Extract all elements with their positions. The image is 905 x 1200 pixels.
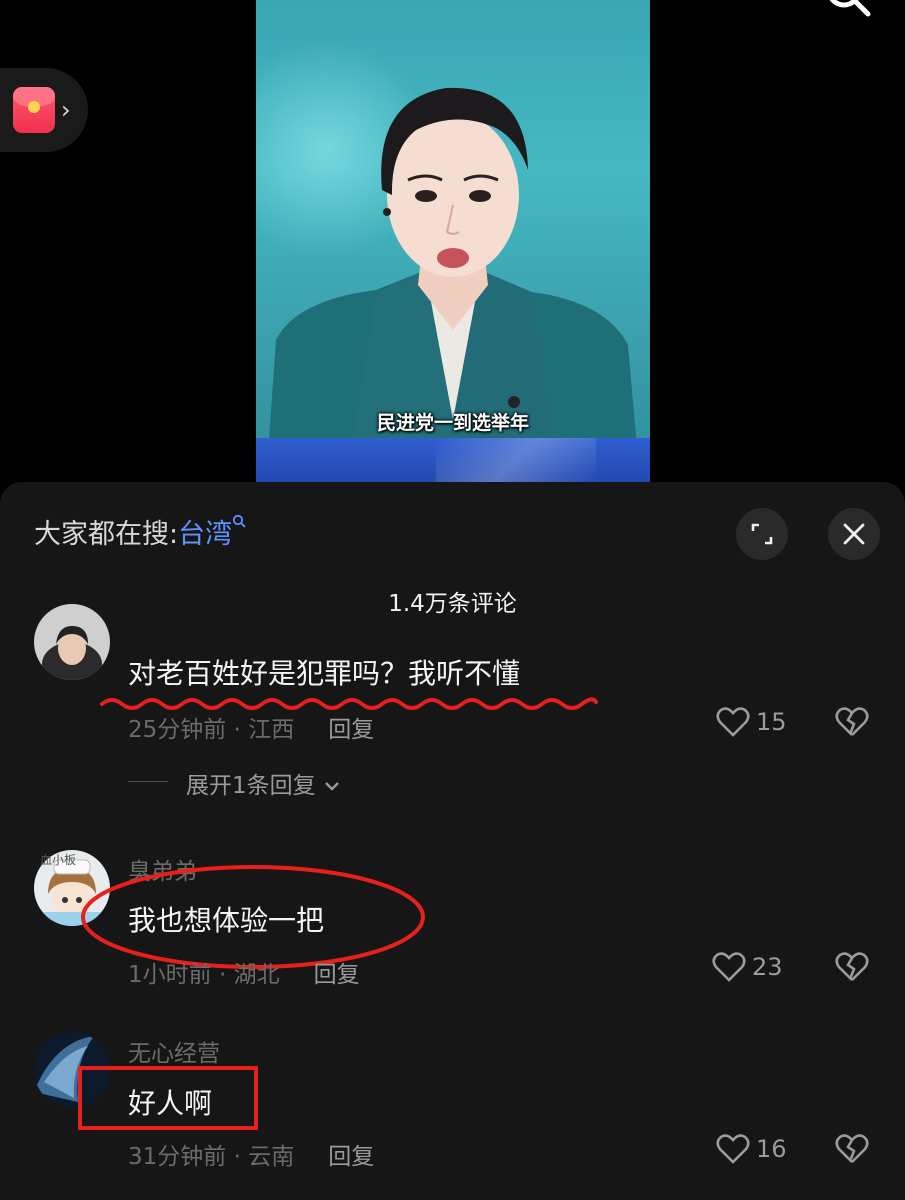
reply-button[interactable]: 回复 [328, 717, 374, 743]
expand-replies-label: 展开1条回复 [186, 773, 316, 799]
news-desk [256, 438, 650, 482]
expand-replies-button[interactable]: 展开1条回复 [186, 766, 341, 800]
like-count: 23 [752, 953, 783, 981]
heart-icon [716, 707, 750, 737]
like-count: 16 [756, 1135, 787, 1163]
reply-button[interactable]: 回复 [328, 1144, 374, 1170]
broken-heart-icon[interactable] [834, 706, 870, 738]
trending-prefix: 大家都在搜: [34, 519, 179, 550]
comment-time-location: 1小时前 · 湖北 [128, 962, 280, 988]
divider [128, 781, 168, 782]
comment-count: 1.4万条评论 [388, 591, 517, 617]
chevron-right-icon: › [61, 96, 71, 124]
chevron-down-icon [325, 782, 339, 791]
like-button[interactable]: 23 [712, 951, 783, 983]
reply-button[interactable]: 回复 [314, 962, 360, 988]
comment-time-location: 31分钟前 · 云南 [128, 1144, 295, 1170]
trending-keyword[interactable]: 台湾 [178, 519, 232, 550]
broken-heart-icon[interactable] [834, 1133, 870, 1165]
red-packet-button[interactable]: › [0, 68, 88, 152]
expand-button[interactable] [736, 508, 788, 560]
close-icon [843, 523, 865, 545]
like-button[interactable]: 15 [716, 706, 787, 738]
comment-meta: 25分钟前 · 江西 回复 [128, 710, 374, 744]
comment-text: 对老百姓好是犯罪吗？我听不懂 [128, 657, 521, 690]
heart-icon [716, 1134, 750, 1164]
comment-username[interactable]: 无心经营 [128, 1034, 220, 1068]
like-button[interactable]: 16 [716, 1133, 787, 1165]
expand-icon [751, 523, 773, 545]
broken-heart-icon[interactable] [834, 951, 870, 983]
search-icon [233, 514, 246, 528]
trending-search[interactable]: 大家都在搜:台湾 [34, 512, 246, 551]
red-packet-icon [13, 87, 55, 133]
video-subtitle: 民进党一到选举年 [376, 412, 529, 434]
like-count: 15 [756, 708, 787, 736]
red-box-annotation [78, 1066, 258, 1130]
comment-time-location: 25分钟前 · 江西 [128, 717, 295, 743]
close-button[interactable] [828, 508, 880, 560]
comment-meta: 1小时前 · 湖北 回复 [128, 955, 360, 989]
comment-meta: 31分钟前 · 云南 回复 [128, 1137, 374, 1171]
avatar-badge-text: 血小板 [40, 853, 77, 867]
avatar[interactable] [34, 604, 110, 680]
search-icon[interactable] [822, 0, 874, 24]
heart-icon [712, 952, 746, 982]
video-player[interactable]: 民进党一到选举年 [256, 0, 650, 482]
video-area[interactable]: 民进党一到选举年 › [0, 0, 905, 482]
